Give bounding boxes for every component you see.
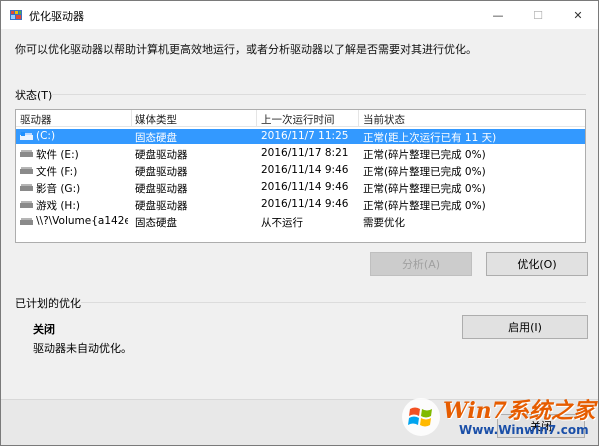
title-bar[interactable]: 优化驱动器 — ☐ ✕ bbox=[1, 1, 598, 29]
hdd-icon bbox=[20, 150, 33, 157]
hdd-icon bbox=[20, 201, 33, 208]
cell-drive: 影音 (G:) bbox=[36, 183, 81, 195]
cell-last-run: 2016/11/14 9:46 bbox=[261, 181, 349, 193]
cell-media: 硬盘驱动器 bbox=[135, 200, 188, 212]
enable-schedule-button[interactable]: 启用(I) bbox=[462, 315, 588, 339]
optimize-button[interactable]: 优化(O) bbox=[486, 252, 588, 276]
status-divider bbox=[51, 94, 586, 95]
cell-drive: \\?\Volume{a142e... bbox=[36, 215, 128, 227]
optimize-drives-window: 优化驱动器 — ☐ ✕ 你可以优化驱动器以帮助计算机更高效地运行，或者分析驱动器… bbox=[0, 0, 599, 446]
cell-last-run: 从不运行 bbox=[261, 217, 303, 229]
cell-last-run: 2016/11/17 8:21 bbox=[261, 147, 349, 159]
maximize-icon: ☐ bbox=[533, 8, 543, 22]
minimize-button[interactable]: — bbox=[478, 1, 518, 29]
cell-status: 正常(距上次运行已有 11 天) bbox=[363, 132, 497, 144]
drive-row[interactable]: \\?\Volume{a142e... 固态硬盘 从不运行 需要优化 bbox=[16, 214, 585, 229]
scheduled-section-label: 已计划的优化 bbox=[15, 297, 81, 310]
hdd-icon bbox=[20, 218, 33, 225]
drive-row[interactable]: 文件 (F:) 硬盘驱动器 2016/11/14 9:46 正常(碎片整理已完成 0%… bbox=[16, 163, 585, 178]
cell-status: 正常(碎片整理已完成 0%) bbox=[363, 166, 486, 178]
cell-status: 正常(碎片整理已完成 0%) bbox=[363, 200, 486, 212]
drive-row[interactable]: (C:) 固态硬盘 2016/11/7 11:25 正常(距上次运行已有 11 天) bbox=[16, 129, 585, 144]
cell-media: 硬盘驱动器 bbox=[135, 149, 188, 161]
hdd-icon bbox=[20, 184, 33, 191]
cell-drive: (C:) bbox=[36, 130, 56, 142]
defrag-app-icon bbox=[10, 10, 22, 20]
drive-row[interactable]: 影音 (G:) 硬盘驱动器 2016/11/14 9:46 正常(碎片整理已完成 0%… bbox=[16, 180, 585, 195]
cell-media: 固态硬盘 bbox=[135, 217, 177, 229]
column-header-drive[interactable]: 驱动器 bbox=[20, 112, 52, 127]
description-text: 你可以优化驱动器以帮助计算机更高效地运行，或者分析驱动器以了解是否需要对其进行优… bbox=[15, 43, 477, 56]
cell-drive: 文件 (F:) bbox=[36, 166, 78, 178]
column-header-status[interactable]: 当前状态 bbox=[363, 112, 405, 127]
cell-last-run: 2016/11/14 9:46 bbox=[261, 198, 349, 210]
cell-status: 正常(碎片整理已完成 0%) bbox=[363, 183, 486, 195]
drive-list-header: 驱动器 媒体类型 上一次运行时间 当前状态 bbox=[16, 110, 585, 127]
schedule-state: 关闭 bbox=[33, 323, 55, 336]
drive-row[interactable]: 游戏 (H:) 硬盘驱动器 2016/11/14 9:46 正常(碎片整理已完成 0%… bbox=[16, 197, 585, 212]
schedule-note: 驱动器未自动优化。 bbox=[33, 342, 132, 355]
scheduled-divider bbox=[81, 302, 586, 303]
column-separator[interactable] bbox=[131, 110, 132, 127]
cell-media: 硬盘驱动器 bbox=[135, 183, 188, 195]
close-button[interactable]: 关闭 bbox=[497, 414, 585, 438]
cell-status: 需要优化 bbox=[363, 217, 405, 229]
close-icon: ✕ bbox=[573, 8, 583, 22]
column-header-media[interactable]: 媒体类型 bbox=[135, 112, 177, 127]
minimize-icon: — bbox=[492, 8, 504, 22]
window-title: 优化驱动器 bbox=[29, 10, 84, 23]
column-separator[interactable] bbox=[256, 110, 257, 127]
cell-drive: 软件 (E:) bbox=[36, 149, 79, 161]
drive-row[interactable]: 软件 (E:) 硬盘驱动器 2016/11/17 8:21 正常(碎片整理已完成 0%… bbox=[16, 146, 585, 161]
column-header-last-run[interactable]: 上一次运行时间 bbox=[261, 112, 335, 127]
cell-status: 正常(碎片整理已完成 0%) bbox=[363, 149, 486, 161]
cell-media: 硬盘驱动器 bbox=[135, 166, 188, 178]
close-window-button[interactable]: ✕ bbox=[558, 1, 598, 29]
column-separator[interactable] bbox=[358, 110, 359, 127]
hdd-icon bbox=[20, 167, 33, 174]
ssd-windows-icon bbox=[20, 132, 33, 140]
cell-media: 固态硬盘 bbox=[135, 132, 177, 144]
cell-drive: 游戏 (H:) bbox=[36, 200, 80, 212]
maximize-button[interactable]: ☐ bbox=[518, 1, 558, 29]
status-section-label: 状态(T) bbox=[15, 89, 53, 102]
cell-last-run: 2016/11/14 9:46 bbox=[261, 164, 349, 176]
drive-list[interactable]: 驱动器 媒体类型 上一次运行时间 当前状态 (C:) 固态硬盘 2016/11/7 … bbox=[15, 109, 586, 243]
analyze-button[interactable]: 分析(A) bbox=[370, 252, 472, 276]
cell-last-run: 2016/11/7 11:25 bbox=[261, 130, 349, 142]
